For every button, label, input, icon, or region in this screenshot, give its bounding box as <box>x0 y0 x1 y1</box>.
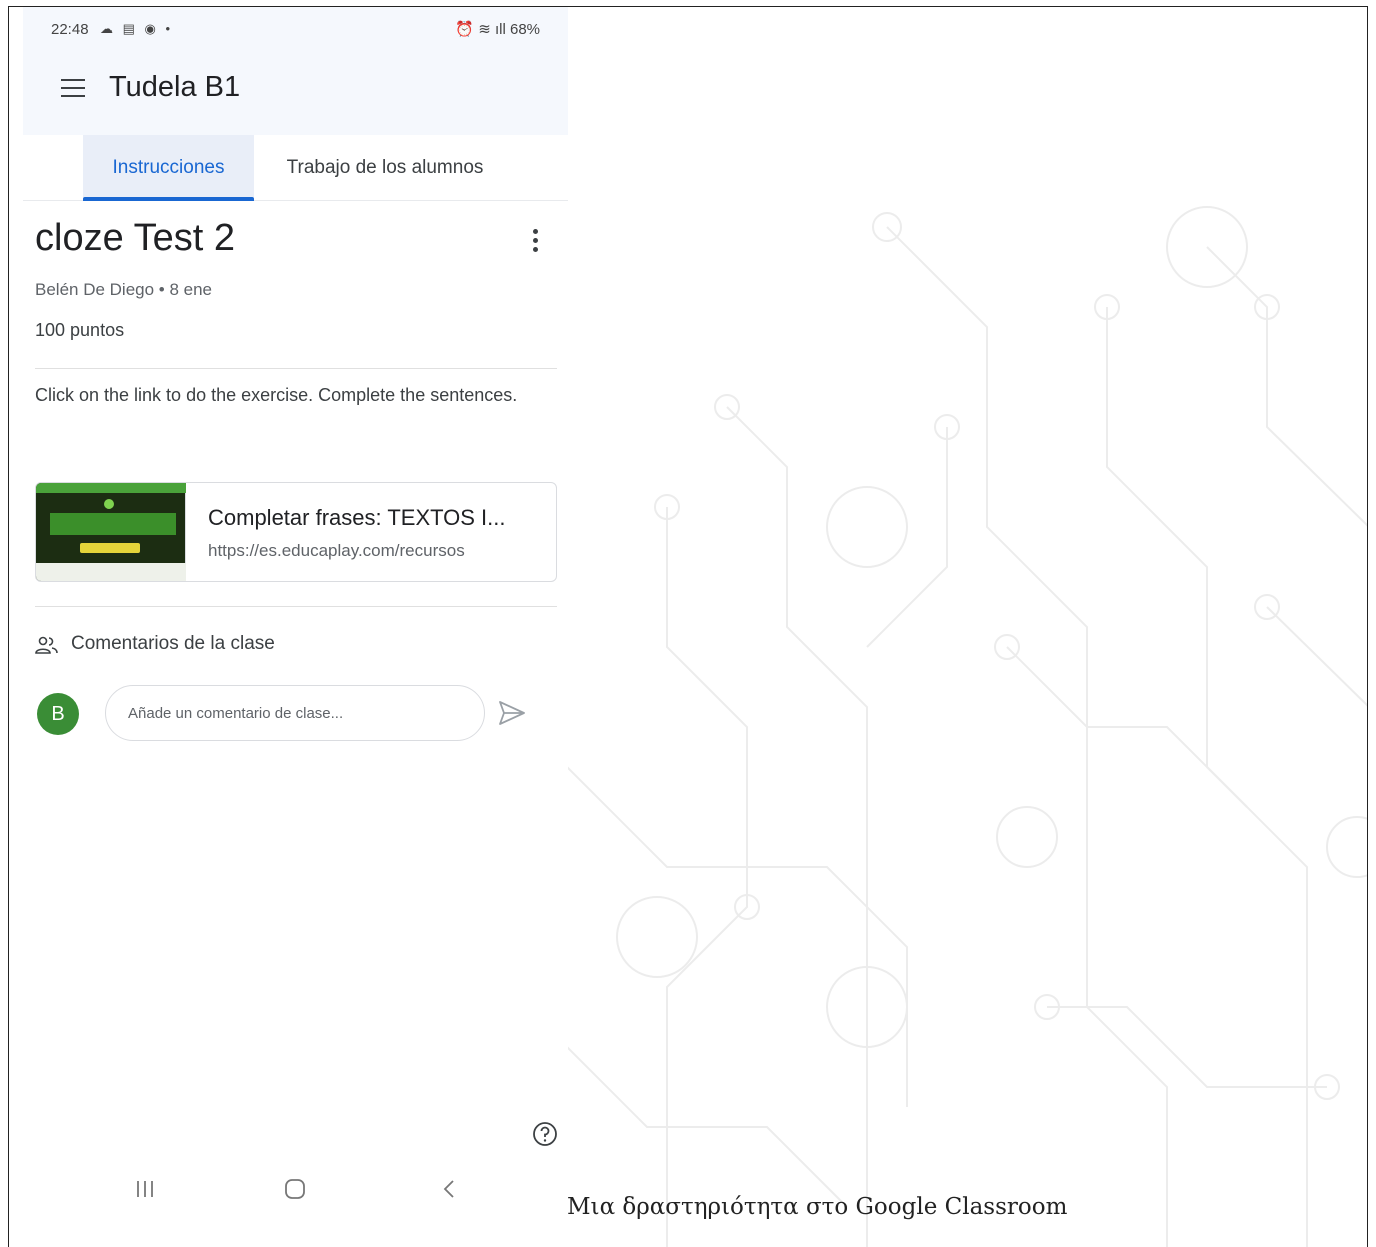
attachment-url: https://es.educaplay.com/recursos <box>208 541 465 560</box>
circuit-background <box>567 206 1367 1247</box>
people-icon <box>35 636 58 654</box>
assignment-title: cloze Test 2 <box>35 217 235 259</box>
phone-screenshot: 22:48 ☁ ▤ ◉ • ⏰ ≋ ıll 68% Tudela B1 Inst… <box>23 7 568 1247</box>
class-title: Tudela B1 <box>109 71 241 103</box>
status-notification-icons: ☁ ▤ ◉ • <box>100 21 174 36</box>
assignment-points: 100 puntos <box>35 320 125 340</box>
attachment-card[interactable]: Completar frases: TEXTOS I... https://es… <box>35 482 557 582</box>
avatar: B <box>37 693 79 735</box>
assignment-meta: Belén De Diego • 8 ene <box>35 280 213 299</box>
document-frame: 22:48 ☁ ▤ ◉ • ⏰ ≋ ıll 68% Tudela B1 Inst… <box>8 6 1368 1247</box>
status-bar: 22:48 ☁ ▤ ◉ • ⏰ ≋ ıll 68% <box>23 7 568 47</box>
home-icon[interactable] <box>283 1177 307 1201</box>
status-system-icons: ⏰ ≋ ıll 68% <box>455 21 540 38</box>
divider <box>35 606 557 607</box>
menu-icon[interactable] <box>61 79 85 97</box>
comments-heading: Comentarios de la clase <box>71 633 275 654</box>
assignment-description: Click on the link to do the exercise. Co… <box>35 385 518 405</box>
send-icon[interactable] <box>497 699 527 727</box>
app-bar: 22:48 ☁ ▤ ◉ • ⏰ ≋ ıll 68% Tudela B1 <box>23 7 568 135</box>
help-icon[interactable] <box>532 1121 558 1147</box>
attachment-title: Completar frases: TEXTOS I... <box>208 505 506 530</box>
recent-apps-icon[interactable] <box>133 1177 157 1201</box>
tab-instrucciones[interactable]: Instrucciones <box>83 135 254 201</box>
attachment-thumbnail <box>36 483 186 581</box>
system-nav-bar <box>23 1167 568 1217</box>
divider <box>35 368 557 369</box>
tab-bar: Instrucciones Trabajo de los alumnos <box>23 135 568 201</box>
comment-input[interactable] <box>105 685 485 741</box>
back-icon[interactable] <box>438 1177 462 1201</box>
tab-trabajo-alumnos[interactable]: Trabajo de los alumnos <box>275 135 495 201</box>
figure-caption: Μια δραστηριότητα στο Google Classroom <box>567 1194 1068 1220</box>
status-time: 22:48 <box>51 21 89 38</box>
more-vert-icon[interactable] <box>533 229 539 257</box>
